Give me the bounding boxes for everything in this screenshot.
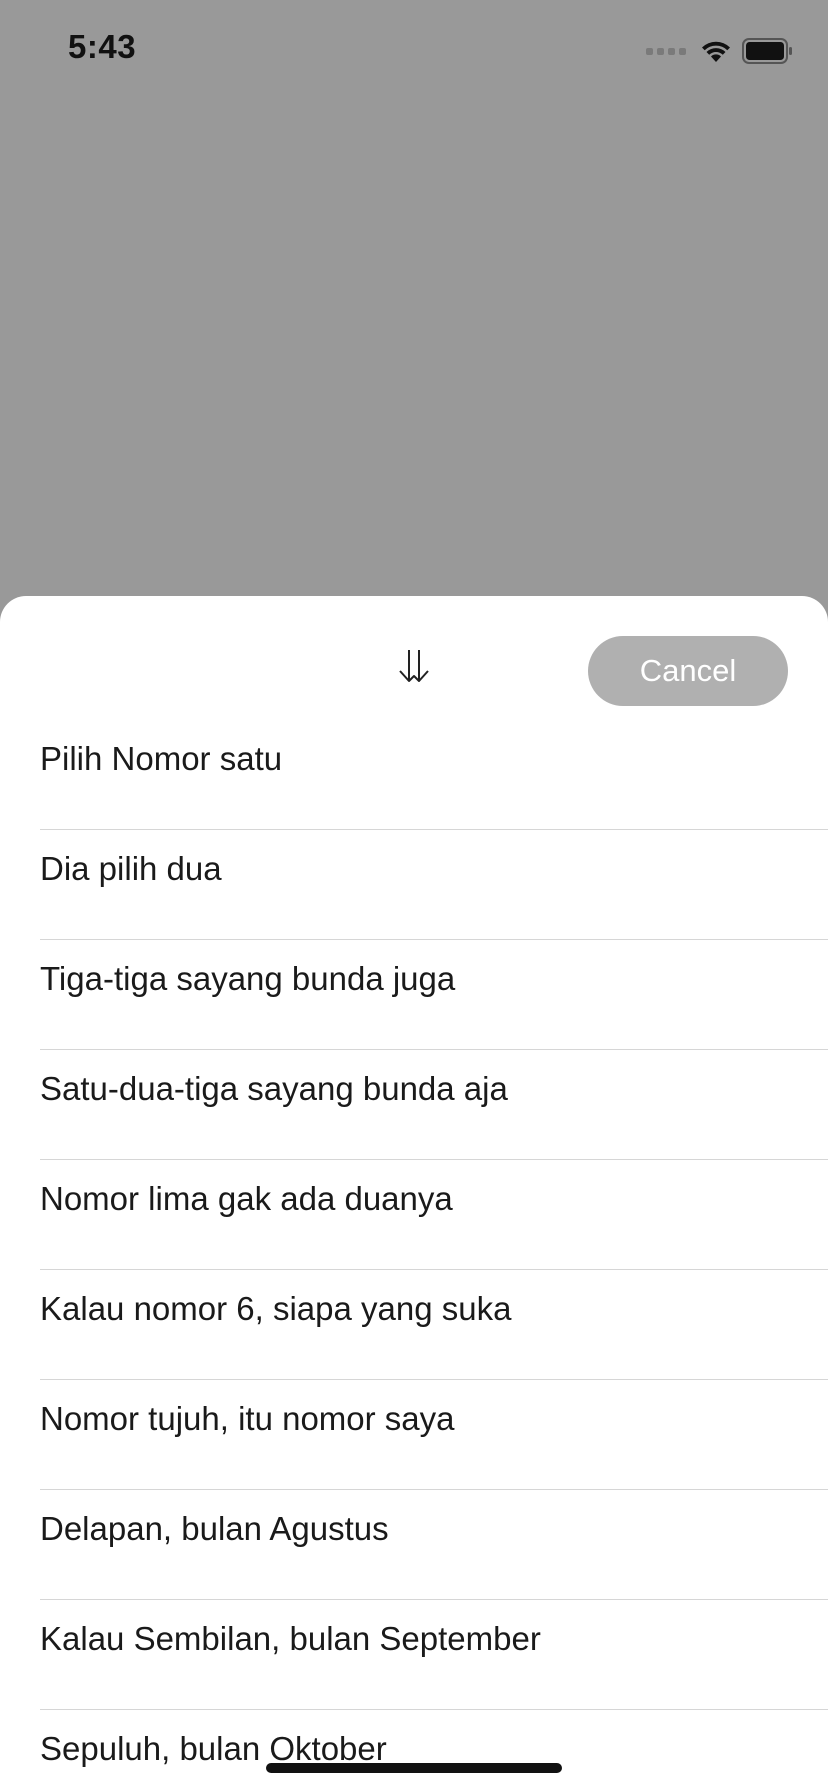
list-item[interactable]: Nomor tujuh, itu nomor saya <box>0 1380 828 1490</box>
option-label: Tiga-tiga sayang bunda juga <box>40 960 456 997</box>
home-indicator[interactable] <box>266 1763 562 1773</box>
cancel-button[interactable]: Cancel <box>588 636 788 706</box>
battery-icon <box>742 38 792 64</box>
option-label: Nomor lima gak ada duanya <box>40 1180 453 1217</box>
status-bar: 5:43 <box>0 0 828 100</box>
list-item[interactable]: Kalau nomor 6, siapa yang suka <box>0 1270 828 1380</box>
list-item[interactable]: Kalau Sembilan, bulan September <box>0 1600 828 1710</box>
option-label: Satu-dua-tiga sayang bunda aja <box>40 1070 508 1107</box>
status-icons <box>646 36 794 66</box>
option-label: Dia pilih dua <box>40 850 222 887</box>
wifi-icon <box>702 41 730 62</box>
option-label: Delapan, bulan Agustus <box>40 1510 389 1547</box>
cellular-signal-icon <box>646 47 686 55</box>
option-label: Kalau nomor 6, siapa yang suka <box>40 1290 512 1327</box>
list-item[interactable]: Tiga-tiga sayang bunda juga <box>0 940 828 1050</box>
action-sheet: Cancel Pilih Nomor satu Dia pilih dua Ti… <box>0 596 828 1792</box>
option-label: Pilih Nomor satu <box>40 740 283 777</box>
option-label: Kalau Sembilan, bulan September <box>40 1620 541 1657</box>
status-time: 5:43 <box>68 28 137 65</box>
options-list: Pilih Nomor satu Dia pilih dua Tiga-tiga… <box>0 720 828 1792</box>
list-item[interactable]: Dia pilih dua <box>0 830 828 940</box>
list-item[interactable]: Pilih Nomor satu <box>0 720 828 830</box>
screen: 5:43 Cancel Pilih Nomor satu Dia pilih d… <box>0 0 828 1792</box>
list-item[interactable]: Delapan, bulan Agustus <box>0 1490 828 1600</box>
list-item[interactable]: Satu-dua-tiga sayang bunda aja <box>0 1050 828 1160</box>
double-arrow-down-icon[interactable] <box>398 648 430 684</box>
list-item[interactable]: Sepuluh, bulan Oktober <box>0 1710 828 1792</box>
option-label: Nomor tujuh, itu nomor saya <box>40 1400 455 1437</box>
list-item[interactable]: Nomor lima gak ada duanya <box>0 1160 828 1270</box>
sheet-header: Cancel <box>0 596 828 720</box>
